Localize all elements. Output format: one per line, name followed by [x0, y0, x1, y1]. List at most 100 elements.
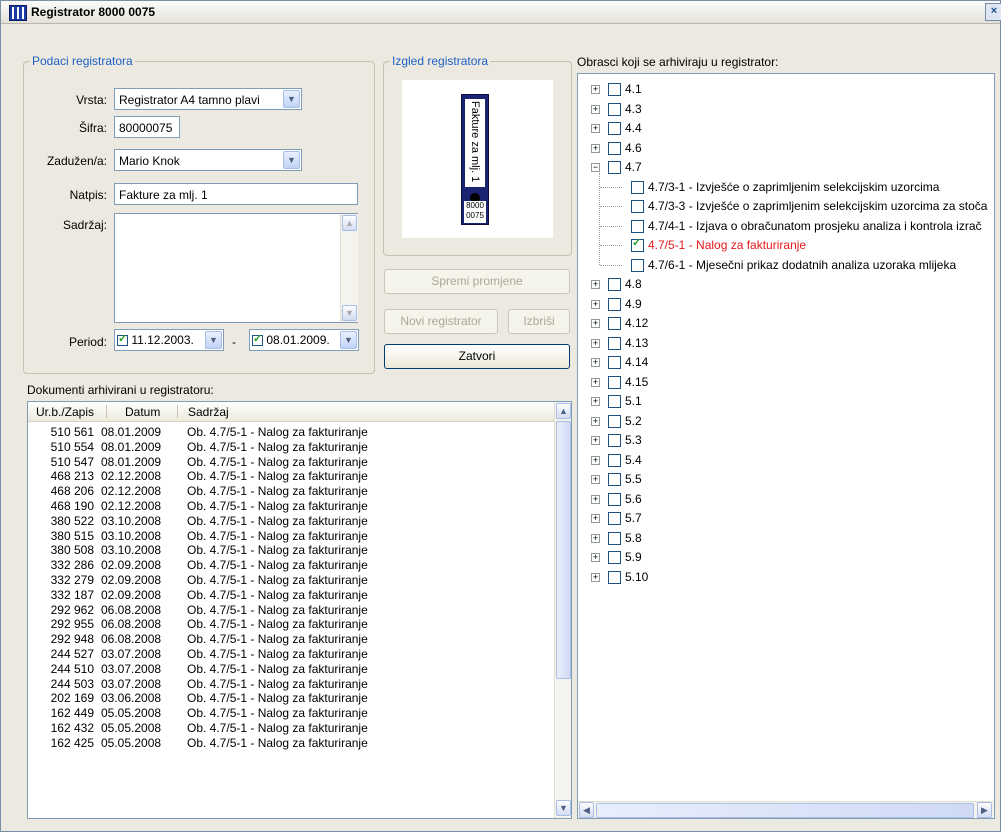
table-row[interactable]: 332 187 02.09.2008 Ob. 4.7/5-1 - Nalog za … [28, 588, 558, 603]
table-row[interactable]: 468 190 02.12.2008 Ob. 4.7/5-1 - Nalog za … [28, 499, 558, 514]
table-row[interactable]: 292 948 06.08.2008 Ob. 4.7/5-1 - Nalog za … [28, 632, 558, 647]
table-row[interactable]: 292 955 06.08.2008 Ob. 4.7/5-1 - Nalog za … [28, 617, 558, 632]
table-row[interactable]: 380 515 03.10.2008 Ob. 4.7/5-1 - Nalog za … [28, 529, 558, 544]
collapse-icon[interactable]: − [591, 163, 600, 172]
node-checkbox[interactable] [608, 492, 621, 506]
table-row[interactable]: 162 449 05.05.2008 Ob. 4.7/5-1 - Nalog za … [28, 706, 558, 721]
table-row[interactable]: 162 425 05.05.2008 Ob. 4.7/5-1 - Nalog za … [28, 736, 558, 751]
col-urb[interactable]: Ur.b./Zapis [36, 405, 94, 419]
zaduzen-combo[interactable]: Mario Knok ▼ [114, 149, 302, 171]
scroll-up-icon[interactable]: ▲ [342, 215, 357, 231]
table-row[interactable]: 332 286 02.09.2008 Ob. 4.7/5-1 - Nalog za … [28, 558, 558, 573]
chevron-down-icon[interactable]: ▼ [283, 151, 300, 169]
scroll-left-icon[interactable]: ◀ [579, 802, 594, 818]
table-row[interactable]: 510 561 08.01.2009 Ob. 4.7/5-1 - Nalog za … [28, 425, 558, 440]
node-checkbox[interactable] [631, 236, 644, 252]
node-checkbox[interactable] [608, 570, 621, 584]
node-checkbox[interactable] [608, 512, 621, 525]
sifra-field[interactable]: 80000075 [114, 116, 180, 138]
table-row[interactable]: 468 213 02.12.2008 Ob. 4.7/5-1 - Nalog za … [28, 469, 558, 484]
node-checkbox[interactable] [608, 102, 621, 116]
expand-icon[interactable]: + [591, 416, 600, 426]
node-checkbox[interactable] [608, 161, 621, 174]
node-checkbox[interactable] [608, 83, 621, 96]
node-checkbox[interactable] [608, 531, 621, 545]
scroll-up-icon[interactable]: ▲ [556, 403, 571, 419]
node-checkbox[interactable] [608, 317, 621, 330]
expand-icon[interactable]: + [591, 533, 600, 543]
table-row[interactable]: 162 432 05.05.2008 Ob. 4.7/5-1 - Nalog za … [28, 721, 558, 736]
sadrzaj-textarea[interactable]: ▲ ▼ [114, 213, 358, 323]
period-to-picker[interactable]: 08.01.2009. ▼ [249, 329, 359, 351]
zatvori-button[interactable]: Zatvori [384, 344, 570, 369]
h-scroll-thumb[interactable] [596, 803, 974, 818]
scroll-down-icon[interactable]: ▼ [556, 800, 571, 816]
calendar-dropdown-icon[interactable]: ▼ [340, 331, 357, 349]
expand-icon[interactable]: + [591, 319, 600, 328]
spremi-button[interactable]: Spremi promjene [384, 269, 570, 294]
close-icon[interactable]: × [985, 3, 1001, 21]
table-row[interactable]: 292 962 06.08.2008 Ob. 4.7/5-1 - Nalog za … [28, 603, 558, 618]
node-checkbox[interactable] [631, 258, 644, 272]
natpis-field[interactable]: Fakture za mlj. 1 [114, 183, 358, 205]
chevron-down-icon[interactable]: ▼ [283, 90, 300, 108]
node-checkbox[interactable] [608, 551, 621, 564]
table-row[interactable]: 244 527 03.07.2008 Ob. 4.7/5-1 - Nalog za … [28, 647, 558, 662]
expand-icon[interactable]: + [591, 338, 600, 348]
expand-icon[interactable]: + [591, 280, 600, 289]
sadrzaj-scrollbar[interactable]: ▲ ▼ [340, 214, 358, 322]
node-checkbox[interactable] [608, 375, 621, 389]
expand-icon[interactable]: + [591, 143, 600, 153]
col-sadrzaj[interactable]: Sadržaj [188, 405, 229, 419]
table-row[interactable]: 468 206 02.12.2008 Ob. 4.7/5-1 - Nalog za … [28, 484, 558, 499]
obrasci-treeview[interactable]: +4.1 +4.3 +4.4 +4.6 − 4.7 4.7/3-1 - Izvješće o… [577, 73, 995, 819]
expand-icon[interactable]: + [591, 572, 600, 582]
table-row[interactable]: 380 522 03.10.2008 Ob. 4.7/5-1 - Nalog za … [28, 514, 558, 529]
col-datum[interactable]: Datum [125, 405, 160, 419]
node-checkbox[interactable] [608, 414, 621, 428]
table-row[interactable]: 510 547 08.01.2009 Ob. 4.7/5-1 - Nalog za … [28, 455, 558, 470]
node-checkbox[interactable] [608, 395, 621, 408]
scroll-right-icon[interactable]: ▶ [977, 802, 992, 818]
expand-icon[interactable]: + [591, 104, 600, 114]
expand-icon[interactable]: + [591, 124, 600, 133]
node-checkbox[interactable] [608, 141, 621, 155]
table-row[interactable]: 202 169 03.06.2008 Ob. 4.7/5-1 - Nalog za … [28, 691, 558, 706]
expand-icon[interactable]: + [591, 436, 600, 445]
expand-icon[interactable]: + [591, 377, 600, 387]
node-checkbox[interactable] [608, 473, 621, 486]
expand-icon[interactable]: + [591, 299, 600, 309]
period-from-checkbox[interactable] [117, 332, 128, 347]
expand-icon[interactable]: + [591, 455, 600, 465]
scroll-down-icon[interactable]: ▼ [342, 305, 357, 321]
izbrisi-button[interactable]: Izbriši [508, 309, 570, 334]
novi-registrator-button[interactable]: Novi registrator [384, 309, 498, 334]
table-row[interactable]: 380 508 03.10.2008 Ob. 4.7/5-1 - Nalog za … [28, 543, 558, 558]
table-row[interactable]: 510 554 08.01.2009 Ob. 4.7/5-1 - Nalog za … [28, 440, 558, 455]
table-row[interactable]: 332 279 02.09.2008 Ob. 4.7/5-1 - Nalog za … [28, 573, 558, 588]
vrsta-combo[interactable]: Registrator A4 tamno plavi ▼ [114, 88, 302, 110]
node-checkbox[interactable] [608, 356, 621, 369]
node-checkbox[interactable] [608, 297, 621, 311]
period-to-checkbox[interactable] [252, 332, 263, 347]
table-row[interactable]: 244 510 03.07.2008 Ob. 4.7/5-1 - Nalog za … [28, 662, 558, 677]
expand-icon[interactable]: + [591, 553, 600, 562]
period-from-picker[interactable]: 11.12.2003. ▼ [114, 329, 224, 351]
node-checkbox[interactable] [608, 278, 621, 291]
node-checkbox[interactable] [608, 122, 621, 135]
node-checkbox[interactable] [608, 453, 621, 467]
dokumenti-scrollbar[interactable]: ▲ ▼ [554, 402, 571, 818]
expand-icon[interactable]: + [591, 475, 600, 484]
calendar-dropdown-icon[interactable]: ▼ [205, 331, 222, 349]
dokumenti-listview[interactable]: Ur.b./Zapis Datum Sadržaj 510 561 08.01.2… [27, 401, 572, 819]
table-row[interactable]: 244 503 03.07.2008 Ob. 4.7/5-1 - Nalog za … [28, 677, 558, 692]
node-checkbox[interactable] [631, 200, 644, 213]
expand-icon[interactable]: + [591, 494, 600, 504]
scroll-thumb[interactable] [556, 421, 571, 679]
expand-icon[interactable]: + [591, 514, 600, 523]
expand-icon[interactable]: + [591, 397, 600, 406]
expand-icon[interactable]: + [591, 358, 600, 367]
node-checkbox[interactable] [608, 336, 621, 350]
node-checkbox[interactable] [608, 434, 621, 447]
node-checkbox[interactable] [631, 219, 644, 233]
